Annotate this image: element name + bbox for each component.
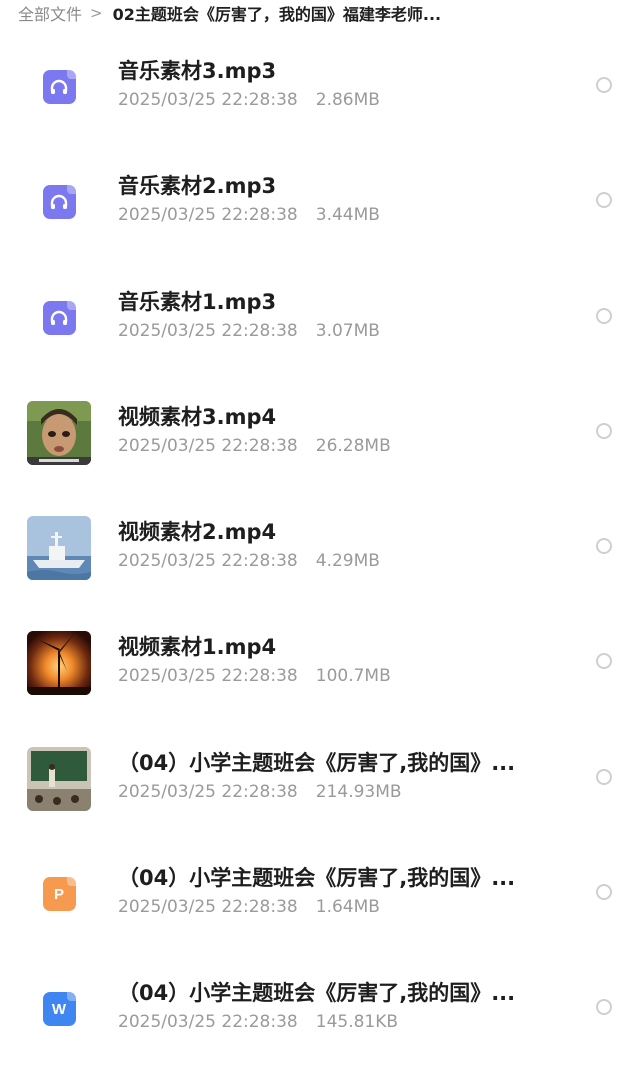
file-name: （04）小学主题班会《厉害了,我的国》... [118, 981, 516, 1006]
select-radio[interactable] [596, 77, 612, 93]
video-thumbnail [27, 516, 91, 581]
ppt-file-icon: P [27, 862, 91, 926]
audio-file-icon [27, 286, 91, 350]
file-row[interactable]: 视频素材3.mp4 2025/03/25 22:28:38 26.28MB [0, 372, 640, 487]
file-row[interactable]: 音乐素材2.mp3 2025/03/25 22:28:38 3.44MB [0, 141, 640, 256]
select-radio[interactable] [596, 538, 612, 555]
file-row[interactable]: W （04）小学主题班会《厉害了,我的国》... 2025/03/25 22:2… [0, 948, 640, 1063]
file-size: 214.93MB [315, 781, 402, 802]
file-meta: 2025/03/25 22:28:38 4.29MB [118, 551, 380, 571]
file-row[interactable]: 音乐素材3.mp3 2025/03/25 22:28:38 2.86MB [0, 26, 640, 141]
select-radio[interactable] [596, 422, 612, 439]
breadcrumb-current-folder: 02主题班会《厉害了，我的国》福建李老师... [112, 5, 442, 24]
file-date: 2025/03/25 22:28:38 [118, 666, 298, 687]
headphones-icon [42, 70, 76, 104]
video-thumbnail-wind-turbine-sunset [27, 631, 91, 696]
file-row[interactable]: （04）小学主题班会《厉害了,我的国》... 2025/03/25 22:28:… [0, 718, 640, 833]
file-meta: 2025/03/25 22:28:38 145.81KB [118, 1012, 398, 1032]
breadcrumb-separator: > [90, 4, 103, 22]
file-size: 4.29MB [315, 551, 380, 572]
audio-file-icon [27, 55, 91, 119]
file-meta: 2025/03/25 22:28:38 3.44MB [118, 205, 380, 225]
file-name: 音乐素材2.mp3 [118, 174, 277, 199]
file-date: 2025/03/25 22:28:38 [118, 551, 298, 572]
ppt-icon: P [42, 877, 76, 912]
file-name: 音乐素材3.mp3 [118, 59, 277, 83]
file-date: 2025/03/25 22:28:38 [118, 435, 298, 456]
file-size: 145.81KB [315, 1012, 399, 1033]
file-name: 视频素材3.mp4 [118, 404, 277, 429]
select-radio[interactable] [596, 307, 612, 324]
select-radio[interactable] [596, 768, 612, 785]
file-name: 视频素材1.mp4 [118, 635, 277, 660]
file-meta: 2025/03/25 22:28:38 26.28MB [118, 436, 391, 456]
file-date: 2025/03/25 22:28:38 [118, 897, 298, 918]
file-row[interactable]: 视频素材2.mp4 2025/03/25 22:28:38 4.29MB [0, 487, 640, 602]
file-name: （04）小学主题班会《厉害了,我的国》... [118, 866, 516, 891]
file-size: 26.28MB [315, 435, 391, 456]
select-radio[interactable] [596, 884, 612, 901]
file-size: 100.7MB [315, 666, 391, 687]
file-row[interactable]: P （04）小学主题班会《厉害了,我的国》... 2025/03/25 22:2… [0, 833, 640, 948]
video-thumbnail [27, 400, 91, 465]
file-meta: 2025/03/25 22:28:38 214.93MB [118, 782, 402, 802]
file-meta: 2025/03/25 22:28:38 1.64MB [118, 897, 380, 917]
select-radio[interactable] [596, 653, 612, 670]
file-size: 2.86MB [315, 90, 380, 110]
breadcrumb-root-link[interactable]: 全部文件 [18, 1, 82, 25]
video-thumbnail [27, 631, 91, 696]
breadcrumb: 全部文件 > 02主题班会《厉害了，我的国》福建李老师... [18, 0, 628, 26]
select-radio[interactable] [596, 192, 612, 209]
select-radio[interactable] [596, 999, 612, 1016]
file-row[interactable]: 音乐素材1.mp3 2025/03/25 22:28:38 3.07MB [0, 257, 640, 372]
headphones-icon [42, 185, 76, 220]
file-meta: 2025/03/25 22:28:38 100.7MB [118, 666, 391, 686]
file-name: （04）小学主题班会《厉害了,我的国》... [118, 750, 516, 775]
word-icon: W [42, 992, 76, 1027]
file-size: 3.44MB [315, 205, 380, 226]
word-file-icon: W [27, 977, 91, 1041]
video-thumbnail [27, 746, 91, 811]
file-size: 1.64MB [315, 897, 380, 918]
file-list: 音乐素材3.mp3 2025/03/25 22:28:38 2.86MB 音乐素材… [0, 26, 640, 1064]
audio-file-icon [27, 170, 91, 234]
file-meta: 2025/03/25 22:28:38 2.86MB [118, 90, 380, 110]
file-date: 2025/03/25 22:28:38 [118, 90, 298, 110]
file-name: 视频素材2.mp4 [118, 520, 277, 545]
headphones-icon [42, 300, 76, 335]
file-date: 2025/03/25 22:28:38 [118, 781, 298, 802]
video-thumbnail-child-face [27, 400, 91, 465]
file-row[interactable]: 视频素材1.mp4 2025/03/25 22:28:38 100.7MB [0, 602, 640, 717]
file-size: 3.07MB [315, 320, 380, 341]
video-thumbnail-warship [27, 516, 91, 581]
video-thumbnail-classroom [27, 746, 91, 811]
file-date: 2025/03/25 22:28:38 [118, 205, 298, 226]
file-date: 2025/03/25 22:28:38 [118, 320, 298, 341]
file-date: 2025/03/25 22:28:38 [118, 1012, 298, 1033]
file-meta: 2025/03/25 22:28:38 3.07MB [118, 321, 380, 341]
file-name: 音乐素材1.mp3 [118, 289, 277, 314]
